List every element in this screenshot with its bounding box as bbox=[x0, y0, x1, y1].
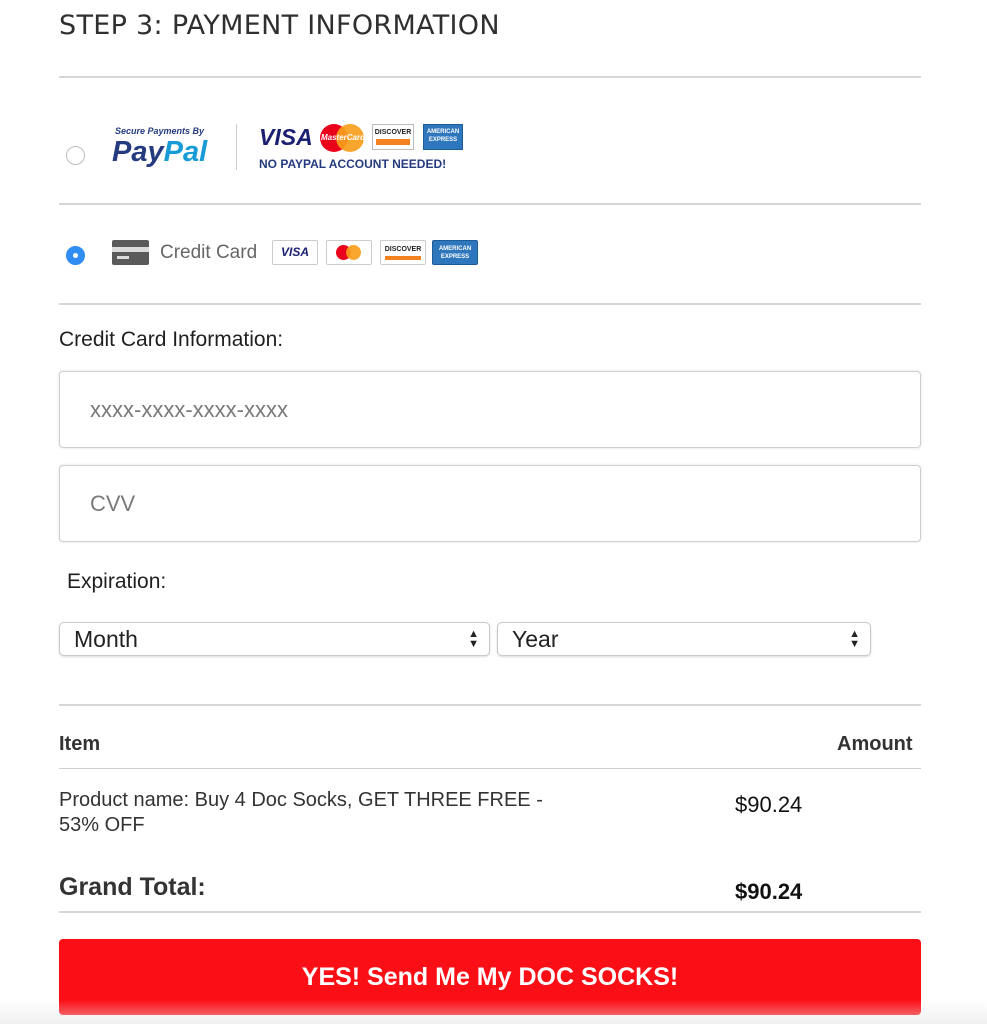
expiration-label: Expiration: bbox=[67, 570, 167, 593]
credit-card-icon bbox=[112, 240, 149, 265]
paypal-secure-text: Secure Payments By bbox=[115, 126, 205, 136]
discover-logo: DISCOVER bbox=[372, 124, 414, 150]
amex-logo: AMERICAN EXPRESS bbox=[432, 240, 478, 265]
credit-card-radio[interactable] bbox=[66, 246, 85, 265]
paypal-logo: PayPal bbox=[112, 136, 208, 168]
card-info-label: Credit Card Information: bbox=[59, 328, 284, 351]
submit-order-button[interactable]: YES! Send Me My DOC SOCKS! bbox=[59, 939, 921, 1015]
card-number-input[interactable] bbox=[59, 371, 921, 448]
amex-logo: AMERICAN EXPRESS bbox=[423, 124, 463, 150]
grand-total-value: $90.24 bbox=[735, 879, 803, 904]
select-arrows-icon: ▲ ▼ bbox=[468, 628, 479, 650]
table-header-item: Item bbox=[59, 733, 101, 755]
discover-logo: DISCOVER bbox=[380, 240, 426, 265]
divider bbox=[59, 704, 921, 706]
product-amount: $90.24 bbox=[735, 792, 803, 817]
month-select[interactable]: Month ▲ ▼ bbox=[59, 622, 490, 656]
year-select[interactable]: Year ▲ ▼ bbox=[497, 622, 871, 656]
paypal-note: NO PAYPAL ACCOUNT NEEDED! bbox=[259, 157, 447, 171]
visa-logo: VISA bbox=[272, 240, 318, 265]
divider bbox=[59, 303, 921, 305]
divider bbox=[59, 76, 921, 78]
year-select-value: Year bbox=[512, 626, 559, 652]
select-arrows-icon: ▲ ▼ bbox=[849, 628, 860, 650]
divider bbox=[59, 911, 921, 913]
visa-logo: VISA bbox=[259, 124, 313, 150]
page-title: STEP 3: PAYMENT INFORMATION bbox=[59, 10, 500, 41]
divider bbox=[59, 203, 921, 205]
product-name: Product name: Buy 4 Doc Socks, GET THREE… bbox=[59, 789, 543, 836]
paypal-separator bbox=[236, 124, 237, 170]
grand-total-label: Grand Total: bbox=[59, 873, 206, 901]
mastercard-logo: MasterCard bbox=[320, 124, 366, 152]
divider bbox=[59, 768, 921, 769]
cvv-input[interactable] bbox=[59, 465, 921, 542]
paypal-radio[interactable] bbox=[66, 146, 85, 165]
month-select-value: Month bbox=[74, 626, 138, 652]
mastercard-logo bbox=[326, 240, 372, 265]
table-header-amount: Amount bbox=[837, 733, 913, 755]
credit-card-label: Credit Card bbox=[160, 242, 258, 263]
